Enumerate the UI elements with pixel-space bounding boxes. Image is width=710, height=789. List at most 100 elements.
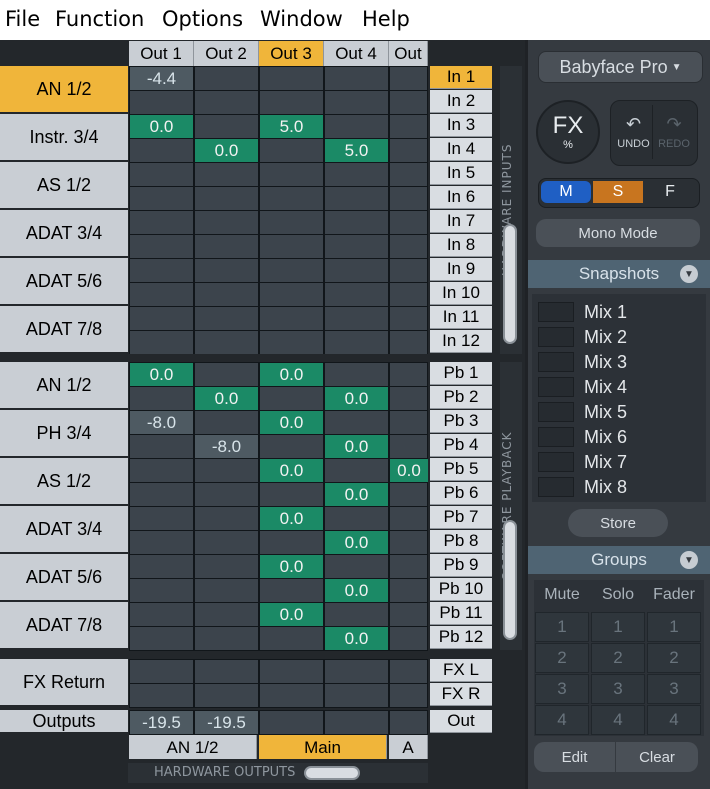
matrix-cell[interactable] (259, 659, 324, 684)
channel-label[interactable]: In 3 (430, 114, 492, 137)
group-slot-button[interactable]: 4 (647, 705, 701, 735)
matrix-cell[interactable] (389, 434, 428, 459)
gain-value[interactable]: 0.0 (260, 555, 323, 578)
channel-label[interactable]: In 7 (430, 210, 492, 233)
fx-button[interactable]: FX % (536, 100, 600, 164)
channel-label[interactable]: Pb 10 (430, 578, 492, 601)
groups-header[interactable]: Groups ▼ (528, 546, 710, 574)
channel-label[interactable]: In 9 (430, 258, 492, 281)
group-slot-button[interactable]: 4 (535, 705, 589, 735)
matrix-cell[interactable] (259, 330, 324, 355)
matrix-cell[interactable] (324, 410, 389, 435)
matrix-cell[interactable] (389, 66, 428, 91)
matrix-cell[interactable] (194, 602, 259, 627)
gain-value[interactable]: 0.0 (195, 139, 258, 162)
output-channel-label[interactable]: Out (430, 710, 492, 733)
matrix-cell[interactable] (389, 186, 428, 211)
channel-label[interactable]: Pb 12 (430, 626, 492, 649)
matrix-cell[interactable] (389, 90, 428, 115)
matrix-cell[interactable] (129, 683, 194, 708)
matrix-cell[interactable] (194, 66, 259, 91)
matrix-cell[interactable] (129, 282, 194, 307)
matrix-cell[interactable] (129, 578, 194, 603)
channel-label[interactable]: Pb 2 (430, 386, 492, 409)
gain-value[interactable]: 0.0 (325, 531, 388, 554)
matrix-cell[interactable] (129, 530, 194, 555)
gain-value[interactable]: 0.0 (260, 411, 323, 434)
channel-label[interactable]: In 8 (430, 234, 492, 257)
mode-s-button[interactable]: S (593, 181, 643, 203)
input-group-label[interactable]: ADAT 7/8 (0, 602, 128, 650)
matrix-cell[interactable] (129, 258, 194, 283)
group-slot-button[interactable]: 2 (591, 643, 645, 673)
matrix-cell[interactable] (324, 659, 389, 684)
matrix-cell[interactable] (389, 162, 428, 187)
output-pair-tab[interactable]: Main (259, 735, 387, 759)
channel-label[interactable]: Pb 1 (430, 362, 492, 385)
gain-value[interactable]: 0.0 (325, 579, 388, 602)
gain-value[interactable]: 0.0 (325, 435, 388, 458)
snapshot-item[interactable]: Mix 5 (536, 400, 701, 424)
matrix-cell[interactable] (259, 626, 324, 651)
snapshot-item[interactable]: Mix 3 (536, 350, 701, 374)
group-slot-button[interactable]: 2 (535, 643, 589, 673)
matrix-cell[interactable] (259, 66, 324, 91)
channel-label[interactable]: Pb 7 (430, 506, 492, 529)
undo-button[interactable]: ↶ UNDO (615, 105, 653, 159)
matrix-cell[interactable] (194, 626, 259, 651)
group-slot-button[interactable]: 1 (591, 612, 645, 642)
matrix-cell[interactable] (194, 578, 259, 603)
matrix-cell[interactable] (129, 659, 194, 684)
matrix-cell[interactable] (324, 506, 389, 531)
channel-label[interactable]: Pb 3 (430, 410, 492, 433)
matrix-cell[interactable] (259, 530, 324, 555)
matrix-cell[interactable] (324, 602, 389, 627)
matrix-cell[interactable] (389, 602, 428, 627)
matrix-cell[interactable] (389, 506, 428, 531)
snapshot-item[interactable]: Mix 6 (536, 425, 701, 449)
matrix-cell[interactable] (129, 434, 194, 459)
matrix-cell[interactable] (389, 578, 428, 603)
input-group-label[interactable]: ADAT 5/6 (0, 258, 128, 306)
input-group-label[interactable]: AS 1/2 (0, 458, 128, 506)
matrix-cell[interactable] (324, 162, 389, 187)
mode-m-button[interactable]: M (541, 181, 591, 203)
channel-label[interactable]: Pb 11 (430, 602, 492, 625)
output-header[interactable]: Out 4 (324, 41, 389, 66)
matrix-cell[interactable] (194, 114, 259, 139)
snapshot-item[interactable]: Mix 2 (536, 325, 701, 349)
channel-label[interactable]: Pb 5 (430, 458, 492, 481)
channel-label[interactable]: In 5 (430, 162, 492, 185)
matrix-cell[interactable] (194, 458, 259, 483)
channel-label[interactable]: In 4 (430, 138, 492, 161)
channel-label[interactable]: Pb 6 (430, 482, 492, 505)
group-slot-button[interactable]: 1 (535, 612, 589, 642)
matrix-cell[interactable] (129, 138, 194, 163)
matrix-cell[interactable] (259, 210, 324, 235)
matrix-cell[interactable] (129, 602, 194, 627)
gain-value[interactable]: 0.0 (195, 387, 258, 410)
gain-value[interactable]: -4.4 (130, 67, 193, 90)
matrix-cell[interactable] (129, 386, 194, 411)
matrix-cell[interactable] (194, 306, 259, 331)
matrix-cell[interactable] (194, 210, 259, 235)
gain-value[interactable]: 0.0 (390, 459, 428, 482)
device-selector[interactable]: Babyface Pro ▼ (538, 51, 703, 83)
channel-label[interactable]: In 10 (430, 282, 492, 305)
gain-value[interactable]: 0.0 (325, 387, 388, 410)
matrix-cell[interactable] (259, 578, 324, 603)
matrix-cell[interactable] (194, 410, 259, 435)
output-pair-tab[interactable]: A (389, 735, 428, 759)
edit-button[interactable]: Edit (534, 742, 616, 772)
matrix-cell[interactable] (259, 434, 324, 459)
gain-value[interactable]: -8.0 (195, 435, 258, 458)
matrix-cell[interactable] (194, 683, 259, 708)
group-slot-button[interactable]: 3 (647, 674, 701, 704)
matrix-cell[interactable] (389, 282, 428, 307)
matrix-cell[interactable] (259, 386, 324, 411)
matrix-cell[interactable] (389, 138, 428, 163)
group-slot-button[interactable]: 2 (647, 643, 701, 673)
matrix-cell[interactable] (389, 362, 428, 387)
matrix-cell[interactable] (129, 330, 194, 355)
matrix-cell[interactable] (129, 210, 194, 235)
